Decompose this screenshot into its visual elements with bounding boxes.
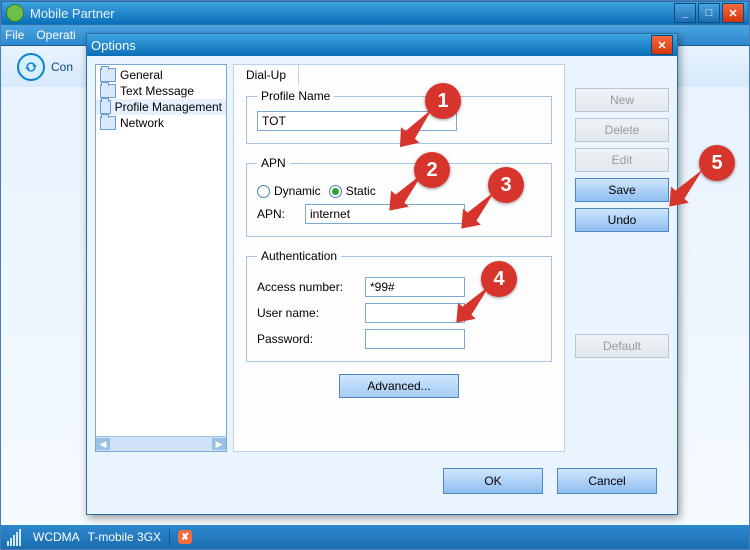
scroll-left-icon[interactable]: ◀ (96, 438, 110, 450)
access-number-label: Access number: (257, 280, 357, 294)
undo-button[interactable]: Undo (575, 208, 669, 232)
app-title: Mobile Partner (30, 6, 674, 21)
annotation-badge-3: 3 (488, 167, 524, 203)
sync-icon (17, 53, 45, 81)
folder-icon (100, 116, 116, 130)
status-warn-icon: ✘ (178, 530, 192, 544)
status-carrier: T-mobile 3GX (88, 530, 161, 544)
tree-item-text-message[interactable]: Text Message (96, 83, 226, 99)
options-dialog: Options ✕ General Text Message (86, 33, 678, 515)
profile-name-input[interactable] (257, 111, 457, 131)
app-icon (6, 4, 24, 22)
username-input[interactable] (365, 303, 465, 323)
statusbar: WCDMA T-mobile 3GX ✘ (1, 525, 749, 549)
tree-label: Profile Management (115, 100, 222, 114)
maximize-button[interactable]: □ (698, 3, 720, 23)
main-window-titlebar: Mobile Partner _ □ ✕ (1, 1, 749, 25)
status-tech: WCDMA (33, 530, 80, 544)
delete-button[interactable]: Delete (575, 118, 669, 142)
new-button[interactable]: New (575, 88, 669, 112)
cancel-button[interactable]: Cancel (557, 468, 657, 494)
tree-label: Text Message (120, 84, 194, 98)
username-label: User name: (257, 306, 357, 320)
folder-icon (100, 68, 116, 82)
scroll-right-icon[interactable]: ▶ (212, 438, 226, 450)
edit-button[interactable]: Edit (575, 148, 669, 172)
dialup-panel: Dial-Up Profile Name APN Dynamic (233, 64, 565, 452)
menu-operation[interactable]: Operati (36, 28, 75, 42)
connect-button[interactable]: Con (9, 49, 81, 85)
advanced-button[interactable]: Advanced... (339, 374, 459, 398)
folder-icon (100, 84, 116, 98)
apn-dynamic-option[interactable]: Dynamic (257, 184, 321, 198)
main-close-button[interactable]: ✕ (722, 3, 744, 23)
apn-label: APN: (257, 207, 297, 221)
tree-hscrollbar[interactable]: ◀ ▶ (96, 436, 226, 451)
tree-item-profile-management[interactable]: Profile Management (96, 99, 226, 115)
default-button[interactable]: Default (575, 334, 669, 358)
profile-name-group: Profile Name (246, 89, 552, 144)
options-tree: General Text Message Profile Management … (95, 64, 227, 452)
folder-icon (100, 100, 111, 114)
dialog-title: Options (91, 38, 651, 53)
apn-static-radio[interactable] (329, 185, 342, 198)
password-label: Password: (257, 332, 357, 346)
dialog-close-button[interactable]: ✕ (651, 35, 673, 55)
apn-input[interactable] (305, 204, 465, 224)
tree-item-network[interactable]: Network (96, 115, 226, 131)
dialog-footer: OK Cancel (87, 460, 677, 494)
minimize-button[interactable]: _ (674, 3, 696, 23)
connect-label: Con (51, 60, 73, 74)
tree-label: Network (120, 116, 164, 130)
apn-dynamic-radio[interactable] (257, 185, 270, 198)
annotation-badge-2: 2 (414, 152, 450, 188)
dialog-titlebar: Options ✕ (87, 34, 677, 56)
tree-label: General (120, 68, 163, 82)
annotation-badge-4: 4 (481, 261, 517, 297)
menu-file[interactable]: File (5, 28, 24, 42)
apn-static-label: Static (346, 184, 376, 198)
status-separator (169, 529, 170, 545)
save-button[interactable]: Save (575, 178, 669, 202)
auth-legend: Authentication (257, 249, 341, 263)
apn-legend: APN (257, 156, 290, 170)
profile-name-legend: Profile Name (257, 89, 334, 103)
tree-item-general[interactable]: General (96, 67, 226, 83)
dialog-button-column: New Delete Edit Save Undo Default (575, 64, 669, 452)
annotation-badge-5: 5 (699, 145, 735, 181)
apn-static-option[interactable]: Static (329, 184, 376, 198)
annotation-badge-1: 1 (425, 83, 461, 119)
apn-dynamic-label: Dynamic (274, 184, 321, 198)
signal-icon (7, 529, 21, 546)
tab-dialup[interactable]: Dial-Up (233, 64, 299, 86)
password-input[interactable] (365, 329, 465, 349)
access-number-input[interactable] (365, 277, 465, 297)
ok-button[interactable]: OK (443, 468, 543, 494)
